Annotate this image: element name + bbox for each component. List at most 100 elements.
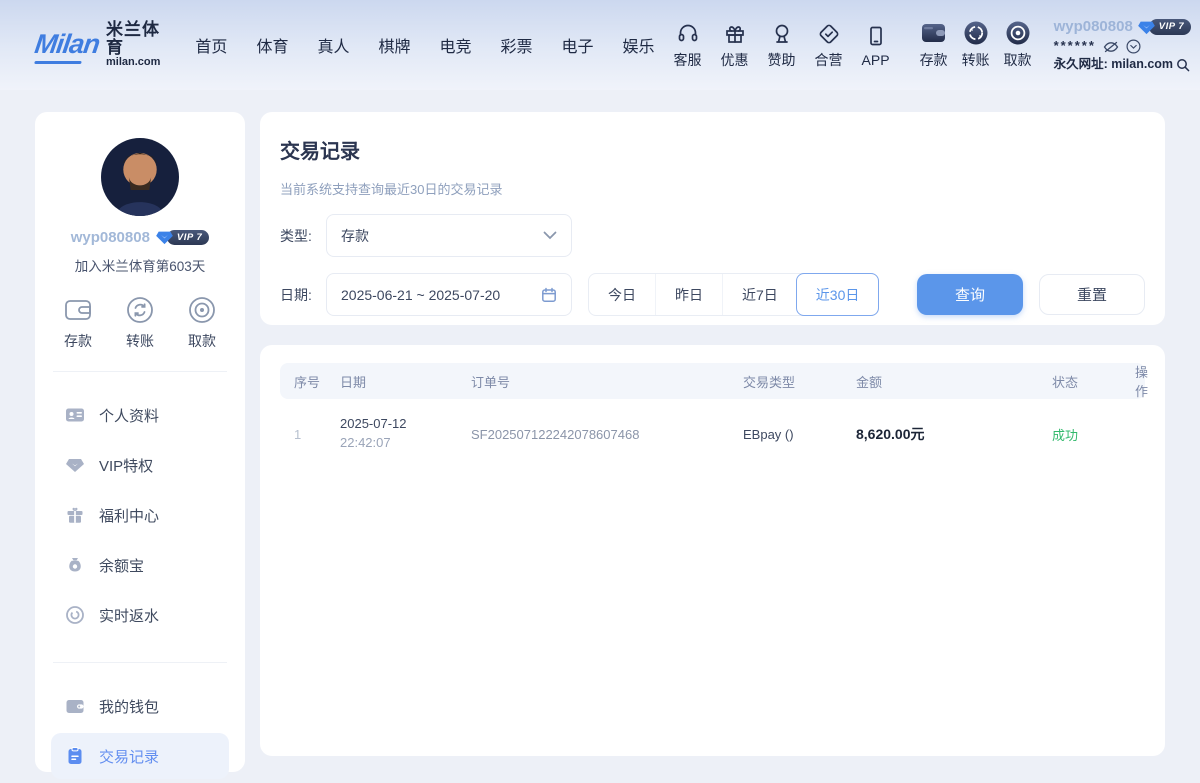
logo-domain-text: milan.com — [106, 57, 160, 69]
coin-circle-icon — [1005, 20, 1031, 46]
row-time-text: 22:42:07 — [340, 435, 391, 450]
sidebar-item-yuebao[interactable]: 余额宝 — [51, 542, 229, 588]
handshake-icon — [817, 20, 841, 46]
col-index: 序号 — [294, 372, 340, 391]
profile-sidebar: wyp080808 VIP 7 加入米兰体育第603天 存款 — [35, 112, 245, 772]
transfer-outline-icon — [125, 295, 155, 325]
username-text: wyp080808 — [1054, 18, 1133, 37]
nav-lottery[interactable]: 彩票 — [501, 33, 533, 57]
quick-transfer-button[interactable]: 转账 — [125, 295, 155, 351]
table-header-row: 序号 日期 订单号 交易类型 金额 状态 操作 — [280, 363, 1145, 399]
page-subtitle: 当前系统支持查询最近30日的交易记录 — [280, 179, 1145, 198]
support-button[interactable]: 客服 — [674, 20, 702, 70]
deposit-button[interactable]: 存款 — [920, 20, 948, 70]
divider — [53, 371, 227, 372]
sidebar-item-rewards[interactable]: 福利中心 — [51, 492, 229, 538]
range-7days-button[interactable]: 近7日 — [722, 274, 797, 315]
coin-outline-icon — [187, 295, 217, 325]
transactions-table-panel: 序号 日期 订单号 交易类型 金额 状态 操作 1 2025-07-12 22:… — [260, 345, 1165, 756]
row-index: 1 — [294, 427, 340, 442]
col-date: 日期 — [340, 372, 471, 391]
nav-live[interactable]: 真人 — [317, 33, 349, 57]
reset-button[interactable]: 重置 — [1039, 274, 1145, 315]
page-title: 交易记录 — [280, 135, 1145, 164]
divider — [53, 662, 227, 663]
calendar-icon — [541, 287, 557, 303]
wallet-outline-icon — [63, 295, 93, 325]
vip-level-text: VIP 7 — [1149, 19, 1191, 35]
col-order-no: 订单号 — [471, 372, 743, 391]
affiliate-button[interactable]: 合营 — [815, 20, 843, 70]
sidebar-item-transactions[interactable]: 交易记录 — [51, 733, 229, 779]
top-navbar: Milan 米兰体育 milan.com 首页 体育 真人 棋牌 电竞 彩票 电… — [0, 0, 1200, 90]
sidebar-item-my-wallet[interactable]: 我的钱包 — [51, 683, 229, 729]
sidebar-avatar[interactable] — [101, 138, 179, 216]
type-select-value: 存款 — [341, 226, 369, 246]
trophy-icon — [770, 20, 794, 46]
rebate-swirl-icon — [65, 605, 85, 625]
magnifier-icon[interactable] — [1176, 58, 1190, 72]
type-filter-row: 类型: 存款 — [280, 214, 1145, 257]
gem-icon — [65, 455, 85, 475]
quick-deposit-button[interactable]: 存款 — [63, 295, 93, 351]
filter-actions: 查询 重置 — [917, 273, 1145, 316]
sidebar-vip-badge: VIP 7 — [156, 230, 209, 245]
gift-box-icon — [65, 505, 85, 525]
chevron-down-icon — [543, 231, 557, 240]
row-datetime: 2025-07-12 22:42:07 — [340, 415, 471, 453]
id-card-icon — [65, 405, 85, 425]
quick-range-group: 今日 昨日 近7日 近30日 — [588, 273, 879, 316]
col-type: 交易类型 — [743, 372, 856, 391]
range-30days-button[interactable]: 近30日 — [796, 273, 880, 316]
date-filter-row: 日期: 2025-06-21 ~ 2025-07-20 今日 昨日 近7日 近3… — [280, 273, 1145, 316]
headset-icon — [676, 20, 700, 46]
eye-off-icon[interactable] — [1103, 40, 1119, 54]
logo-cn-text: 米兰体育 — [106, 21, 160, 57]
logo-script-text: Milan — [33, 31, 101, 58]
range-today-button[interactable]: 今日 — [589, 274, 655, 315]
date-range-input[interactable]: 2025-06-21 ~ 2025-07-20 — [326, 273, 572, 316]
brand-logo[interactable]: Milan 米兰体育 milan.com — [35, 21, 160, 68]
sidebar-menu: 个人资料 VIP特权 — [35, 392, 245, 642]
nav-slots[interactable]: 电子 — [562, 33, 594, 57]
date-range-value: 2025-06-21 ~ 2025-07-20 — [341, 287, 500, 303]
smartphone-icon — [864, 22, 888, 48]
nav-entertainment[interactable]: 娱乐 — [623, 33, 655, 57]
transfer-button[interactable]: 转账 — [962, 20, 990, 70]
range-yesterday-button[interactable]: 昨日 — [655, 274, 722, 315]
permanent-url-text: 永久网址: milan.com — [1054, 57, 1173, 73]
nav-cards[interactable]: 棋牌 — [378, 33, 410, 57]
wallet-small-icon — [65, 696, 85, 716]
sidebar-item-rebate[interactable]: 实时返水 — [51, 592, 229, 638]
nav-home[interactable]: 首页 — [195, 33, 227, 57]
header-right: 客服 优惠 赞助 — [655, 18, 1200, 73]
sidebar-quick-actions: 存款 转账 取款 — [35, 295, 245, 351]
sidebar-vip-level-text: VIP 7 — [167, 230, 209, 245]
money-bag-icon — [65, 555, 85, 575]
promo-button[interactable]: 优惠 — [721, 20, 749, 70]
col-status: 状态 — [1052, 372, 1135, 391]
nav-sports[interactable]: 体育 — [256, 33, 288, 57]
gift-icon — [723, 20, 747, 46]
sponsor-button[interactable]: 赞助 — [768, 20, 796, 70]
type-select[interactable]: 存款 — [326, 214, 572, 257]
balance-masked-text: ****** — [1054, 38, 1096, 54]
chevron-circle-icon[interactable] — [1126, 39, 1141, 54]
user-info-block: wyp080808 VIP 7 ****** — [1054, 18, 1192, 73]
vip-gem-icon — [156, 230, 173, 245]
row-order-no: SF202507122242078607468 — [471, 427, 743, 442]
date-label: 日期: — [280, 285, 326, 305]
wallet-filled-icon — [920, 20, 947, 46]
sidebar-item-profile[interactable]: 个人资料 — [51, 392, 229, 438]
vip-gem-icon — [1138, 20, 1155, 35]
withdraw-button[interactable]: 取款 — [1004, 20, 1032, 70]
sidebar-menu-wallet: 我的钱包 交易记录 — [35, 683, 245, 783]
search-button[interactable]: 查询 — [917, 274, 1023, 315]
quick-withdraw-button[interactable]: 取款 — [187, 295, 217, 351]
app-download-button[interactable]: APP — [862, 22, 890, 68]
sidebar-item-vip[interactable]: VIP特权 — [51, 442, 229, 488]
main-nav: 首页 体育 真人 棋牌 电竞 彩票 电子 娱乐 — [195, 33, 654, 57]
type-label: 类型: — [280, 226, 326, 246]
nav-esports[interactable]: 电竞 — [439, 33, 471, 57]
filter-panel: 交易记录 当前系统支持查询最近30日的交易记录 类型: 存款 日期: 2025-… — [260, 112, 1165, 325]
